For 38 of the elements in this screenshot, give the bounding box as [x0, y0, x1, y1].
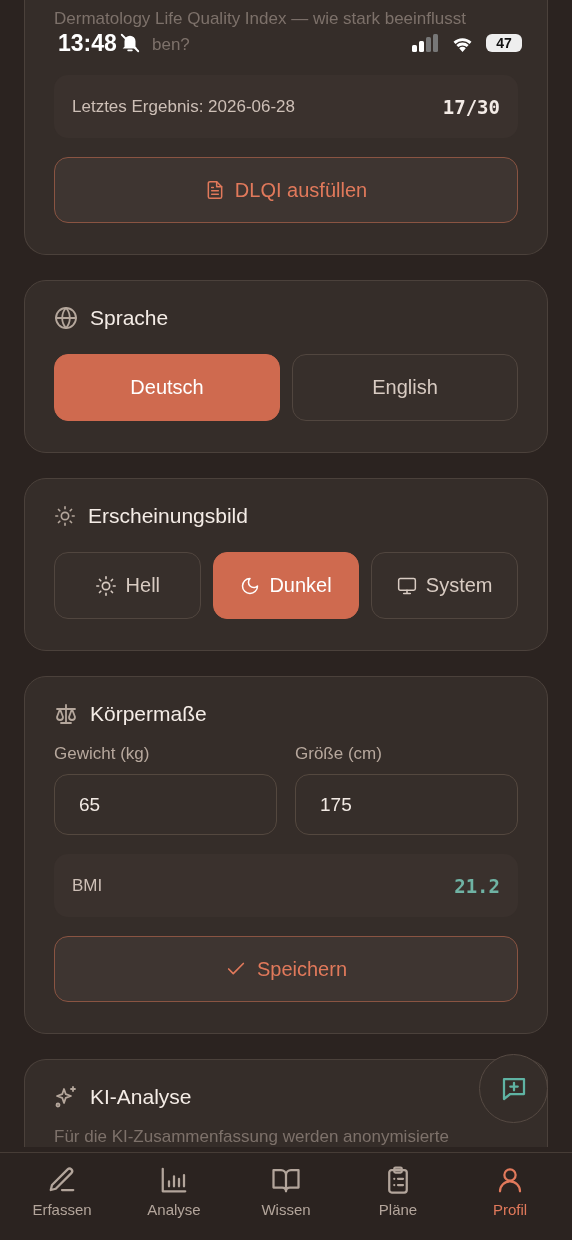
signal-icon — [412, 34, 439, 52]
sparkles-icon — [54, 1085, 78, 1109]
nav-tab[interactable]: Erfassen — [6, 1165, 118, 1240]
monitor-icon — [396, 575, 417, 596]
theme-option[interactable]: Dunkel — [212, 552, 360, 619]
section-title: Körpermaße — [90, 702, 207, 726]
theme-option[interactable]: Hell — [54, 552, 201, 619]
section-title: KI-Analyse — [90, 1085, 192, 1109]
field-label: Größe (cm) — [295, 744, 383, 764]
theme-option[interactable]: System — [371, 552, 518, 619]
sun-icon — [54, 505, 76, 527]
description-text: ben? — [152, 34, 190, 56]
info-text: Für die KI-Zusammenfassung werden anonymisierte — [54, 1127, 450, 1147]
field-label: Gewicht (kg) — [54, 744, 151, 764]
globe-icon — [54, 306, 78, 330]
input-field[interactable]: 175 — [295, 774, 518, 835]
moon-icon — [240, 575, 261, 596]
last-result-label: Letztes Ergebnis: 2026-06-28 — [72, 96, 296, 117]
nav-tab[interactable]: Analyse — [118, 1165, 230, 1240]
nav-tab[interactable]: Profil — [454, 1165, 566, 1240]
input-field[interactable]: 65 — [54, 774, 277, 835]
save-button[interactable]: Speichern — [54, 936, 518, 1002]
language-option[interactable]: Deutsch — [54, 354, 280, 421]
nav-tab[interactable]: Wissen — [230, 1165, 342, 1240]
bar-chart-icon — [159, 1165, 189, 1195]
bmi-value: 21.2 — [454, 874, 500, 897]
clock-time: 13:48 — [58, 29, 117, 57]
score-value: 17/30 — [442, 95, 500, 118]
section-title: Sprache — [90, 306, 169, 330]
sun-icon — [94, 574, 117, 597]
nav-tab[interactable]: Pläne — [342, 1165, 454, 1240]
battery-level: 47 — [486, 34, 522, 52]
section-title: Erscheinungsbild — [88, 504, 248, 528]
scale-icon — [54, 702, 78, 726]
description-text: Dermatology Life Quality Index — wie stark beeinflusst — [54, 8, 467, 30]
bmi-label: BMI — [72, 875, 103, 896]
language-option[interactable]: English — [292, 354, 518, 421]
fill-questionnaire-button[interactable]: DLQI ausfüllen — [54, 157, 518, 223]
